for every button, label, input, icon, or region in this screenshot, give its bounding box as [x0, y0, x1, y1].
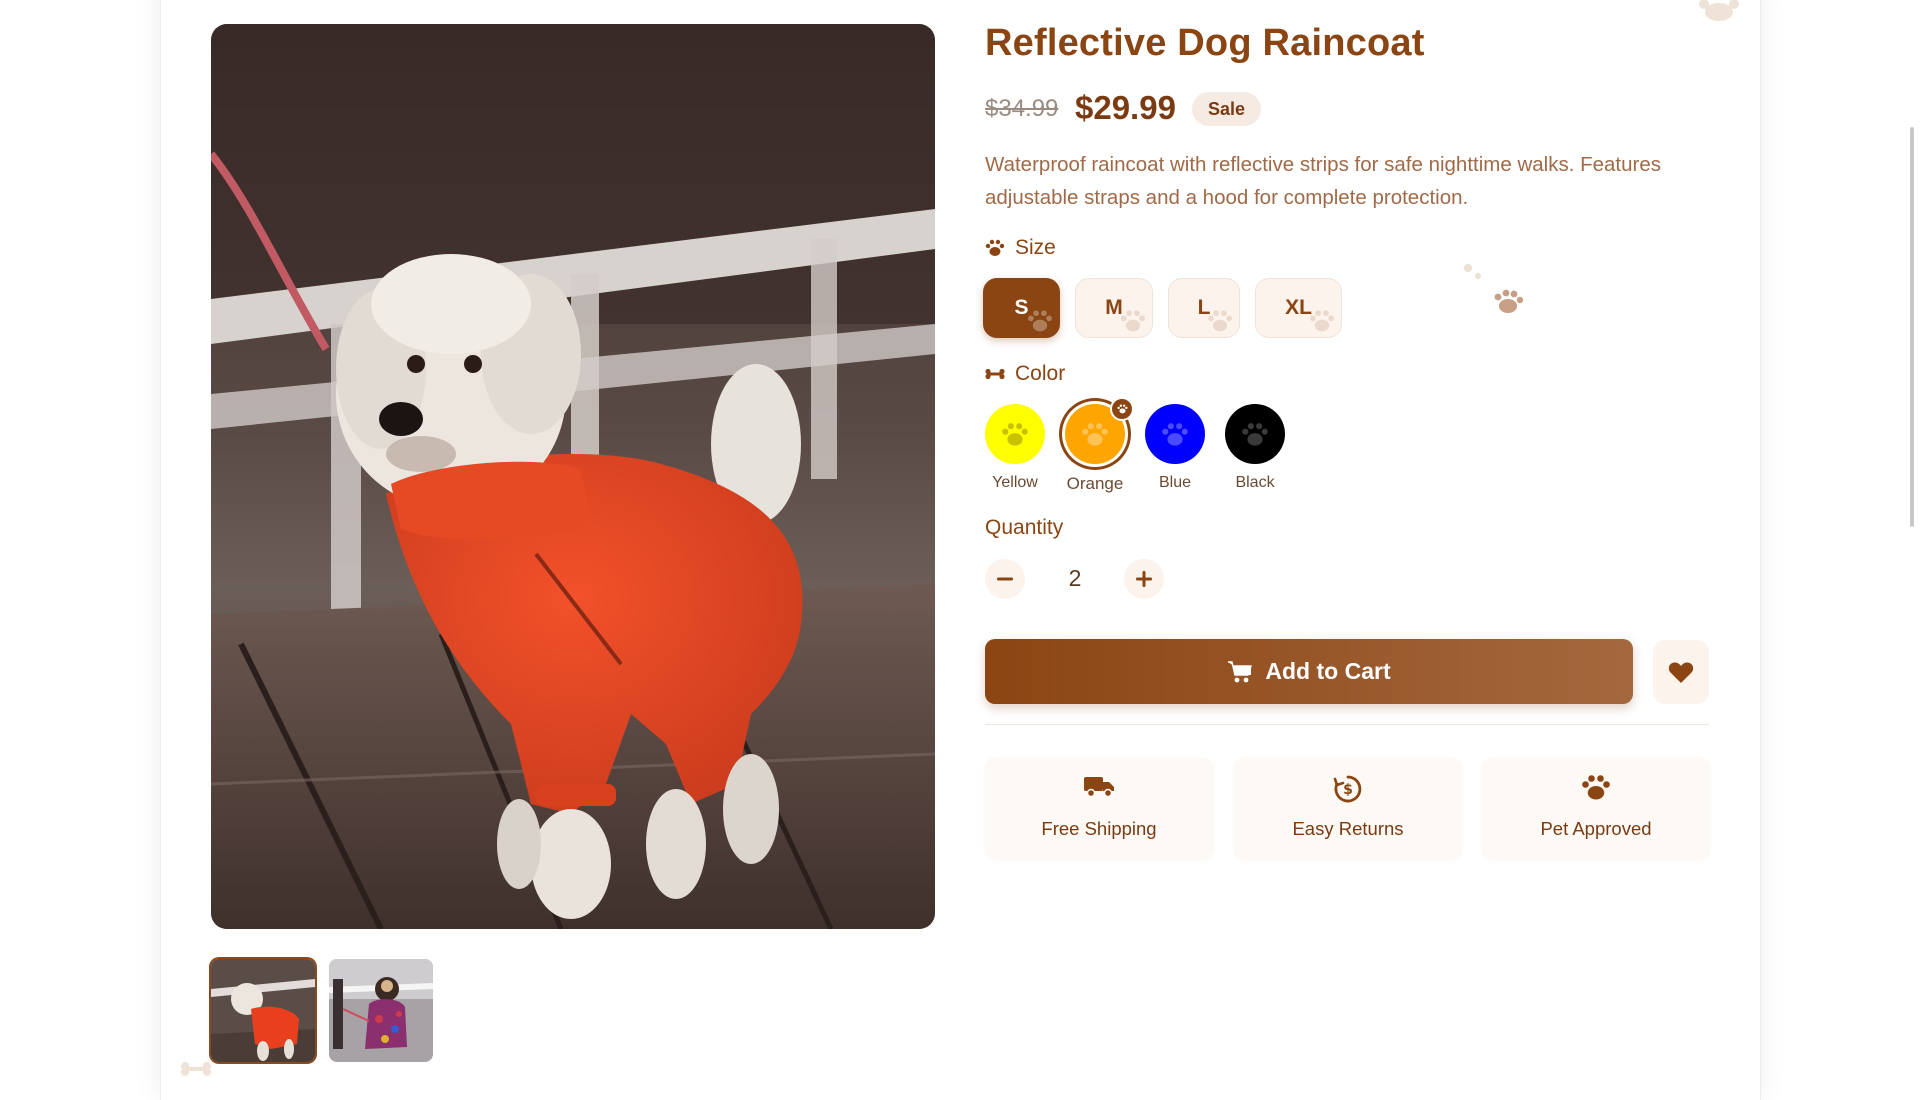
quantity-increase-button[interactable] [1124, 559, 1164, 599]
color-name-yellow: Yellow [992, 474, 1038, 491]
product-title: Reflective Dog Raincoat [985, 22, 1425, 64]
product-main-image [211, 24, 935, 929]
paw-icon [1208, 310, 1232, 332]
page-scrollbar[interactable] [1910, 127, 1914, 527]
heart-icon [1668, 661, 1694, 683]
minus-icon [997, 577, 1013, 581]
color-swatch-yellow[interactable] [985, 404, 1045, 464]
product-description: Waterproof raincoat with reflective stri… [985, 153, 1661, 209]
color-name-black: Black [1235, 474, 1275, 491]
paw-icon [1121, 310, 1145, 332]
size-option-label: XL [1285, 296, 1312, 319]
feature-easy-returns: $ Easy Returns [1234, 757, 1462, 859]
plus-icon [1136, 571, 1152, 587]
original-price: $34.99 [985, 95, 1059, 122]
cart-icon [1228, 660, 1253, 682]
feature-pet-approved: Pet Approved [1482, 757, 1710, 859]
quantity-label-text: Quantity [985, 516, 1064, 539]
paw-icon [1464, 264, 1524, 313]
sale-price: $29.99 [1075, 89, 1176, 126]
add-to-cart-label: Add to Cart [1265, 658, 1391, 684]
size-option-xl[interactable]: XL [1255, 278, 1342, 338]
bone-icon [181, 1062, 211, 1076]
gallery-thumbnail-1[interactable] [211, 959, 315, 1062]
quantity-value[interactable]: 2 [1060, 565, 1090, 592]
size-option-m[interactable]: M [1075, 278, 1153, 338]
quantity-decrease-button[interactable] [985, 559, 1025, 599]
dog-raincoat-photo [211, 24, 935, 929]
paw-icon [1162, 422, 1188, 446]
color-label-text: Color [1015, 362, 1066, 385]
feature-label: Free Shipping [1041, 818, 1157, 839]
dollar-return-icon: $ [1333, 775, 1362, 803]
paw-icon [1242, 422, 1268, 446]
size-label: Size [985, 236, 1056, 260]
wishlist-button[interactable] [1653, 640, 1709, 704]
paw-icon [1116, 404, 1128, 414]
paw-icon [1699, 0, 1739, 21]
paw-icon [1082, 422, 1108, 446]
color-name-orange: Orange [1066, 474, 1124, 493]
color-name-blue: Blue [1158, 474, 1192, 491]
color-label: Color [985, 362, 1065, 386]
size-option-s[interactable]: S [983, 278, 1060, 338]
paw-icon [1028, 310, 1052, 332]
feature-label: Pet Approved [1540, 818, 1652, 839]
selected-paw-badge [1110, 397, 1134, 421]
paw-icon [985, 239, 1005, 256]
thumbnail-image [329, 959, 433, 1062]
color-swatch-blue[interactable] [1145, 404, 1205, 464]
feature-label: Easy Returns [1292, 818, 1404, 839]
color-swatch-black[interactable] [1225, 404, 1285, 464]
paw-icon [1310, 310, 1334, 332]
quantity-label: Quantity [985, 516, 1063, 540]
gallery-thumbnail-2[interactable] [329, 959, 433, 1062]
sale-badge: Sale [1192, 92, 1262, 126]
truck-icon [1084, 777, 1114, 798]
divider [985, 724, 1709, 725]
bone-icon [985, 368, 1005, 380]
thumbnail-image [211, 959, 315, 1062]
paw-icon [1582, 775, 1610, 800]
size-label-text: Size [1015, 236, 1056, 259]
add-to-cart-button[interactable]: Add to Cart [985, 639, 1633, 704]
paw-icon [1002, 422, 1028, 446]
size-option-l[interactable]: L [1168, 278, 1240, 338]
feature-free-shipping: Free Shipping [985, 757, 1213, 859]
svg-text:$: $ [1343, 782, 1353, 798]
